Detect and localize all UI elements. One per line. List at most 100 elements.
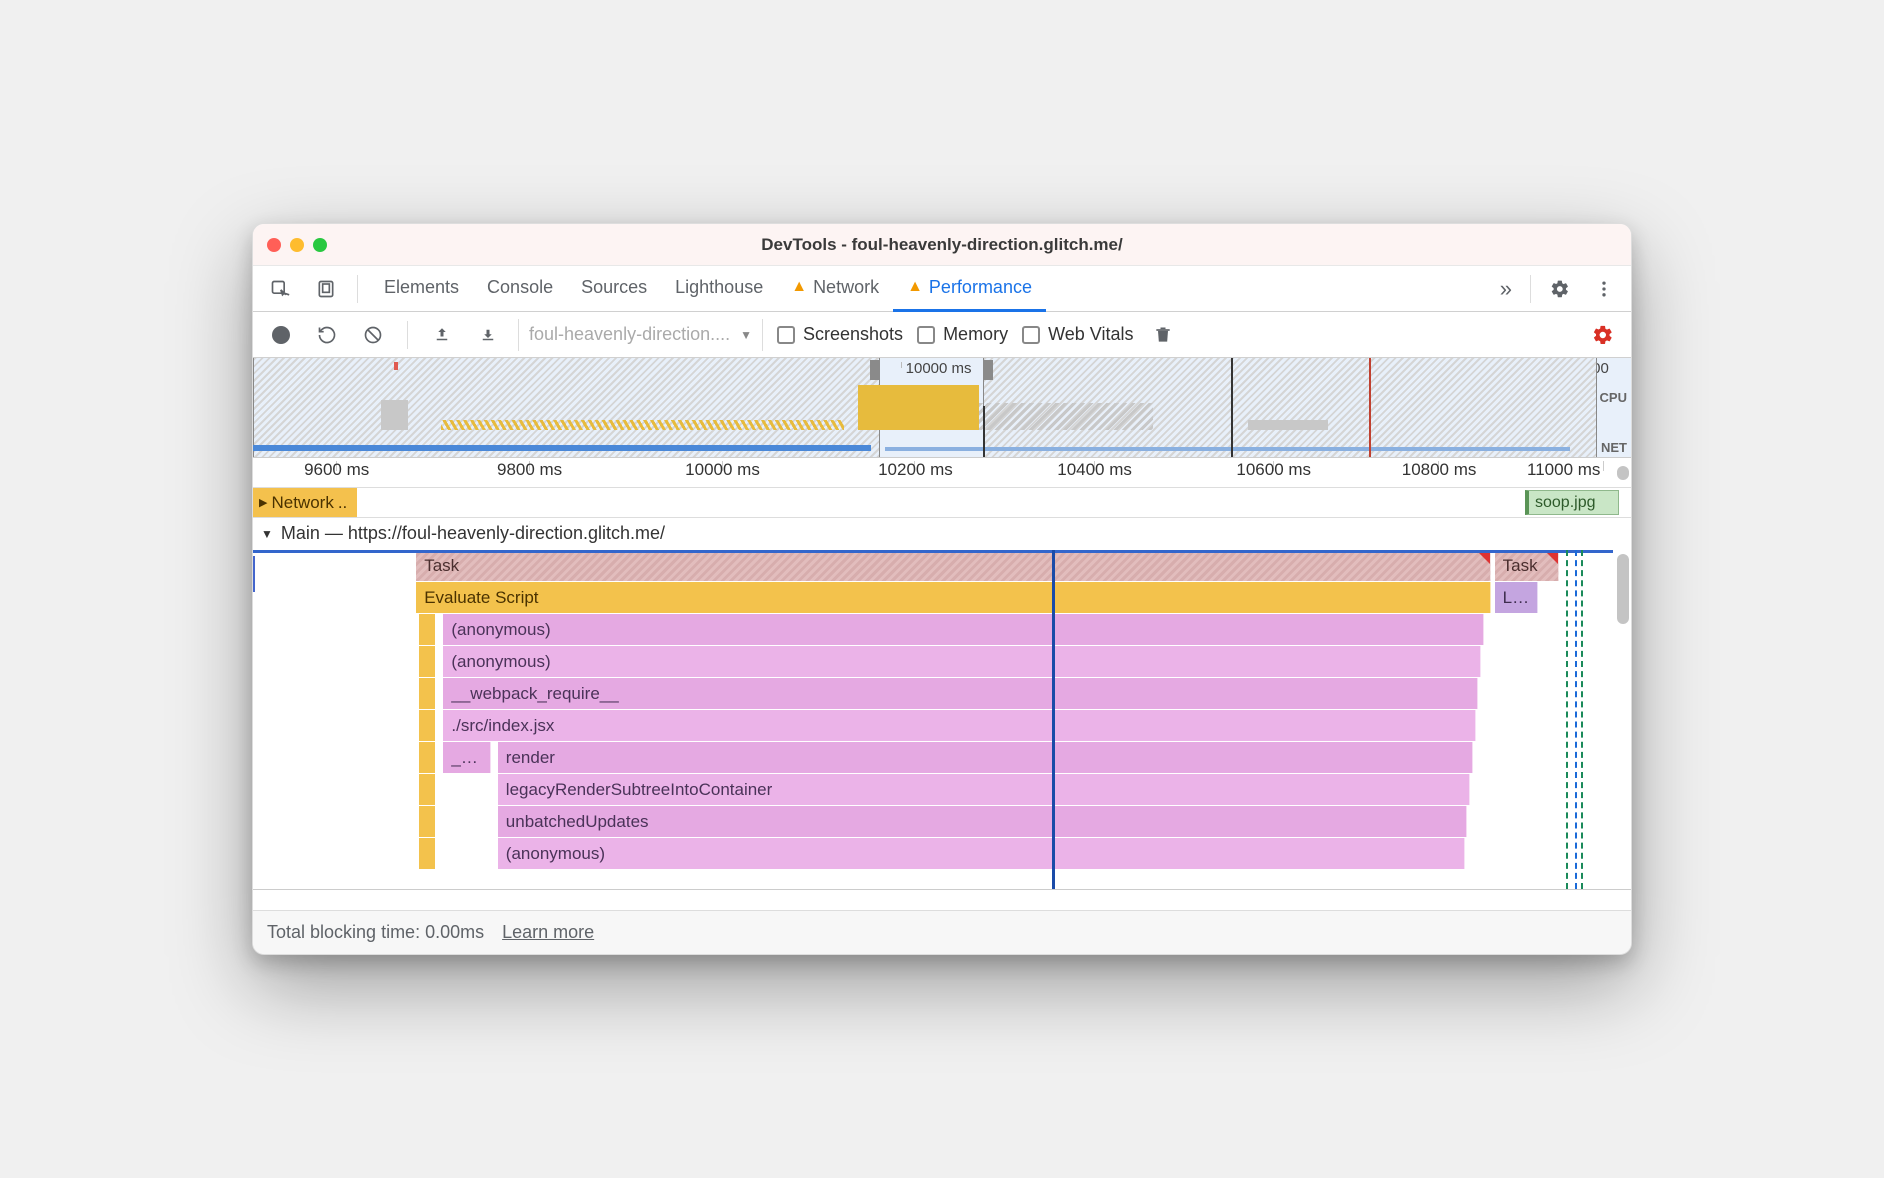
flame-bar-label: ./src/index.jsx [451, 716, 554, 736]
tab-label: Sources [581, 277, 647, 298]
screenshots-checkbox[interactable]: Screenshots [777, 324, 903, 345]
flame-sliver [419, 646, 435, 677]
memory-checkbox[interactable]: Memory [917, 324, 1008, 345]
overview-marker [394, 362, 398, 370]
ruler-tick: 10600 ms [1273, 461, 1274, 471]
ruler-tick-label: 10600 ms [1232, 460, 1316, 480]
flame-bar[interactable]: (anonymous) [498, 838, 1465, 869]
network-label-text: Network [271, 493, 333, 513]
total-blocking-time: Total blocking time: 0.00ms [267, 922, 484, 943]
tab-console[interactable]: Console [473, 266, 567, 312]
capture-settings-icon[interactable] [1587, 319, 1619, 351]
settings-icon[interactable] [1541, 270, 1579, 308]
flame-bar[interactable]: _… [443, 742, 491, 773]
flame-bar[interactable]: ./src/index.jsx [443, 710, 1475, 741]
flame-bar[interactable]: L… [1495, 582, 1539, 613]
record-button[interactable] [265, 319, 297, 351]
main-thread-title: Main — https://foul-heavenly-direction.g… [281, 523, 665, 544]
inspect-icon[interactable] [261, 270, 299, 308]
flame-sliver [419, 742, 435, 773]
web-vitals-checkbox[interactable]: Web Vitals [1022, 324, 1133, 345]
cpu-label: CPU [1600, 390, 1627, 405]
flame-bar[interactable]: (anonymous) [443, 646, 1481, 677]
ruler-tick-label: 10400 ms [1053, 460, 1137, 480]
divider [357, 275, 358, 303]
load-profile-icon[interactable] [426, 319, 458, 351]
network-label[interactable]: ▶ Network .. [253, 488, 357, 517]
marker-line-green-2 [1581, 550, 1583, 889]
tab-elements[interactable]: Elements [370, 266, 473, 312]
flame-sliver [419, 806, 435, 837]
learn-more-link[interactable]: Learn more [502, 922, 594, 943]
tab-label: Lighthouse [675, 277, 763, 298]
flame-bar[interactable]: Evaluate Script [416, 582, 1490, 613]
flame-bar-label: L… [1503, 588, 1529, 608]
flame-chart[interactable]: Task Task Evaluate Script L… (anonymous) (ano… [253, 550, 1631, 890]
ruler-tick: 9600 ms [336, 461, 337, 471]
zoom-icon[interactable] [313, 238, 327, 252]
ruler-tick-label: 9600 ms [295, 460, 379, 480]
ruler-scrollbar[interactable] [1617, 466, 1629, 480]
flame-bar[interactable]: unbatchedUpdates [498, 806, 1468, 837]
range-handle-right[interactable] [983, 360, 993, 380]
current-time-cursor[interactable] [1052, 550, 1055, 889]
flame-bar-label: __webpack_require__ [451, 684, 618, 704]
profile-select[interactable]: foul-heavenly-direction.... ▼ [518, 319, 763, 351]
memory-label: Memory [943, 324, 1008, 345]
flame-bar-label: Task [1503, 556, 1538, 576]
profile-select-label: foul-heavenly-direction.... [529, 324, 730, 345]
close-icon[interactable] [267, 238, 281, 252]
flame-bar[interactable]: Task [1495, 550, 1559, 581]
devtools-window: DevTools - foul-heavenly-direction.glitc… [252, 223, 1632, 955]
time-ruler[interactable]: 9600 ms 9800 ms 10000 ms 10200 ms 10400 ms 10… [253, 458, 1631, 488]
flame-bar-label: Task [424, 556, 459, 576]
flame-bar[interactable]: Task [416, 550, 1490, 581]
panel-tabs: Elements Console Sources Lighthouse ▲Network… [253, 266, 1631, 312]
minimize-icon[interactable] [290, 238, 304, 252]
flame-bar[interactable]: __webpack_require__ [443, 678, 1478, 709]
device-toggle-icon[interactable] [307, 270, 345, 308]
tab-sources[interactable]: Sources [567, 266, 661, 312]
garbage-collect-icon[interactable] [1147, 319, 1179, 351]
flame-bar-label: legacyRenderSubtreeIntoContainer [506, 780, 773, 800]
main-thread-header[interactable]: ▼ Main — https://foul-heavenly-direction… [253, 518, 1631, 550]
overview-tick: 10000 ms [901, 362, 972, 368]
tab-performance[interactable]: ▲Performance [893, 266, 1046, 312]
overview-marker-red [1369, 358, 1371, 457]
flame-bar[interactable]: legacyRenderSubtreeIntoContainer [498, 774, 1470, 805]
flame-bar[interactable]: render [498, 742, 1473, 773]
flame-scrollbar[interactable] [1617, 554, 1629, 624]
marker-line-blue [1575, 550, 1577, 889]
flame-sliver [419, 710, 435, 741]
overview-tick-label: 10000 ms [906, 360, 972, 377]
divider [407, 321, 408, 349]
tab-network[interactable]: ▲Network [777, 266, 893, 312]
checkbox-icon [917, 326, 935, 344]
flame-bar[interactable]: (anonymous) [443, 614, 1483, 645]
ruler-tick: 11000 ms [1603, 461, 1604, 471]
ruler-tick-label: 10800 ms [1397, 460, 1481, 480]
ruler-tick-label: 10000 ms [681, 460, 765, 480]
more-tabs-button[interactable]: » [1492, 276, 1520, 302]
ruler-tick-label: 10200 ms [873, 460, 957, 480]
ruler-tick: 9800 ms [529, 461, 530, 471]
performance-toolbar: foul-heavenly-direction.... ▼ Screenshot… [253, 312, 1631, 358]
tab-label: Elements [384, 277, 459, 298]
ruler-tick: 10000 ms [722, 461, 723, 471]
net-label: NET [1601, 440, 1627, 455]
net-band [253, 443, 1597, 457]
web-vitals-label: Web Vitals [1048, 324, 1133, 345]
save-profile-icon[interactable] [472, 319, 504, 351]
clear-button[interactable] [357, 319, 389, 351]
window-title: DevTools - foul-heavenly-direction.glitc… [253, 235, 1631, 255]
kebab-menu-icon[interactable] [1585, 270, 1623, 308]
network-request-soop[interactable]: soop.jpg [1525, 490, 1619, 515]
network-track[interactable]: ▶ Network .. soop.jpg [253, 488, 1631, 518]
tab-lighthouse[interactable]: Lighthouse [661, 266, 777, 312]
flame-bar-label: (anonymous) [451, 652, 550, 672]
range-handle-left[interactable] [870, 360, 880, 380]
reload-record-button[interactable] [311, 319, 343, 351]
timeline-overview[interactable]: 5000 ms10000 ms15000 ms20000 ms CPU NET [253, 358, 1631, 458]
spacer [253, 890, 1631, 910]
flame-sliver [419, 678, 435, 709]
